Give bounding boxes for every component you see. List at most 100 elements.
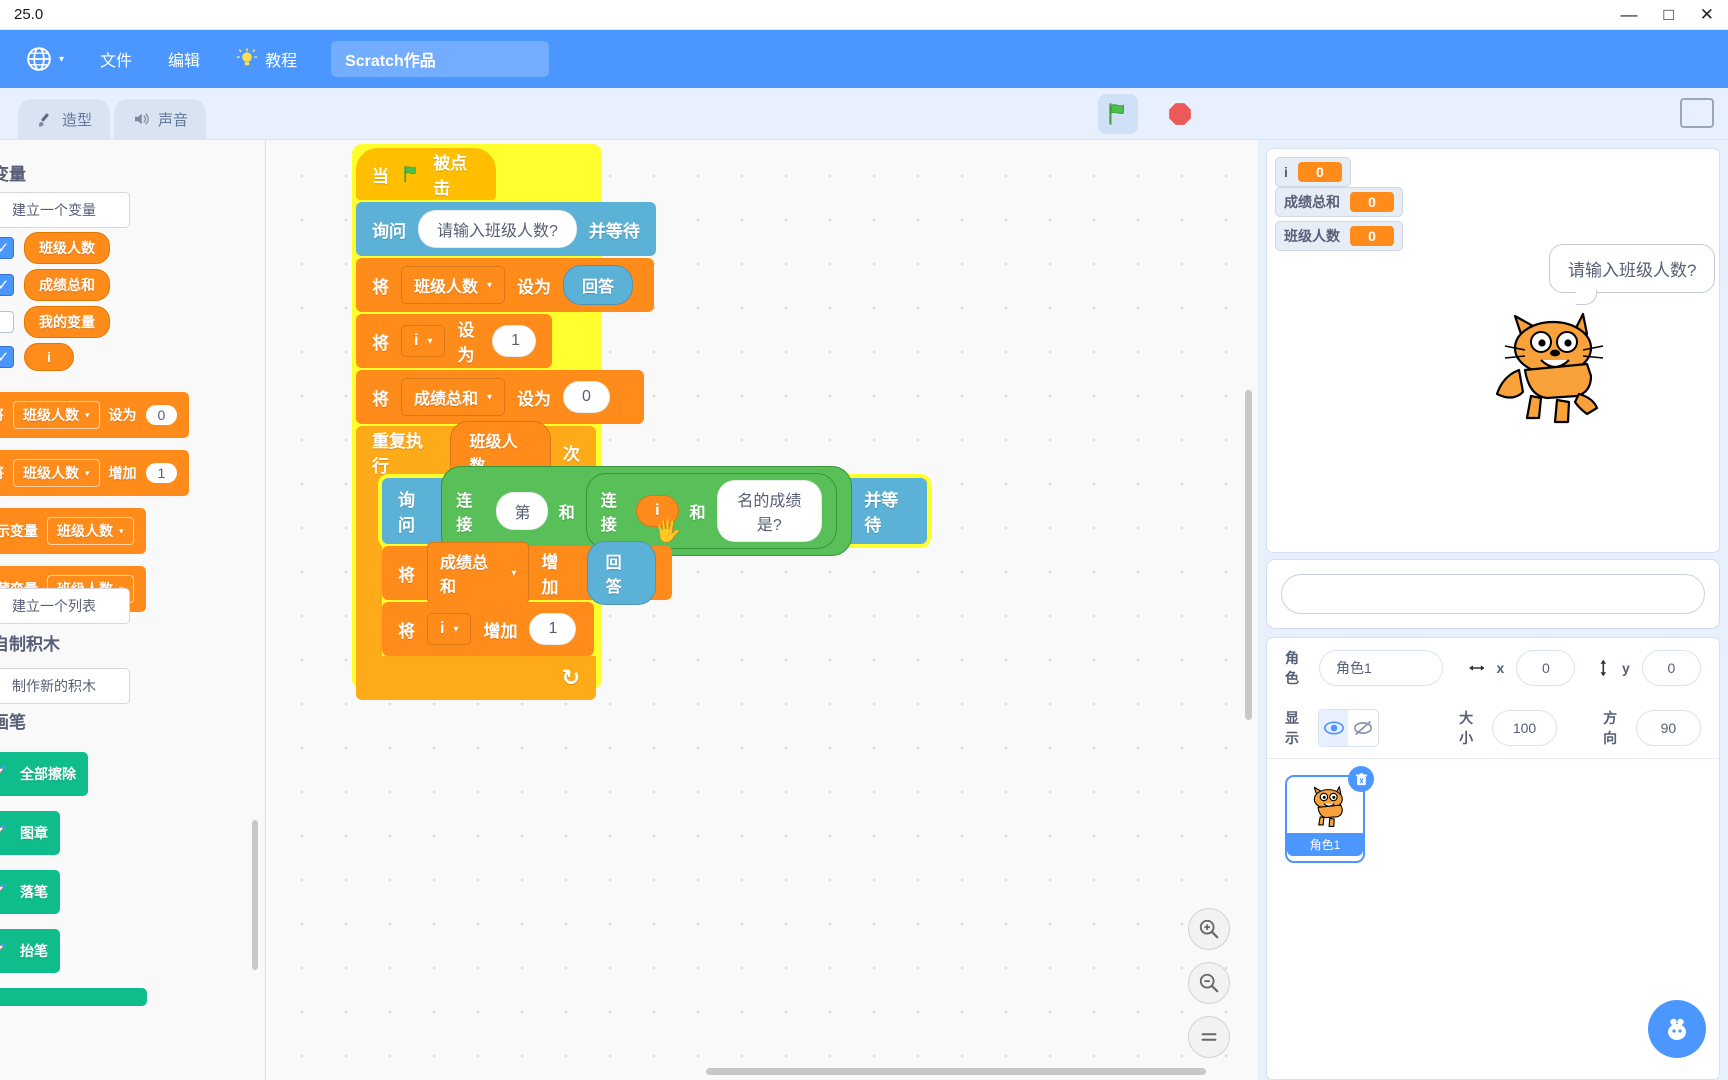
variable-dropdown[interactable]: 成绩总和 ▾ xyxy=(401,378,506,416)
variable-row-scoresum[interactable]: 成绩总和 xyxy=(0,269,110,301)
add-sprite-button[interactable] xyxy=(1648,1000,1706,1058)
sprite-name-input[interactable]: 角色1 xyxy=(1319,650,1443,686)
palette-scrollbar[interactable] xyxy=(252,820,258,970)
variable-pill[interactable]: 成绩总和 xyxy=(24,269,110,301)
variable-monitor-scoresum[interactable]: 成绩总和 0 xyxy=(1275,187,1403,217)
variable-checkbox[interactable] xyxy=(0,237,14,259)
canvas-vertical-scrollbar[interactable] xyxy=(1245,390,1252,720)
join-arg-3[interactable]: 名的成绩是? xyxy=(716,480,823,542)
value-input[interactable]: 0 xyxy=(563,381,610,413)
window-maximize-button[interactable]: □ xyxy=(1663,6,1673,23)
variable-dropdown[interactable]: i ▾ xyxy=(427,613,472,645)
scratch-cat-icon[interactable] xyxy=(1479,304,1609,429)
variable-dropdown[interactable]: i ▾ xyxy=(401,325,446,357)
block-var-dropdown[interactable]: 班级人数 ▾ xyxy=(47,517,134,545)
tutorial-menu[interactable]: 教程 xyxy=(218,30,315,88)
value-input[interactable]: 1 xyxy=(492,325,536,357)
block-text-to: 设为 xyxy=(517,389,552,409)
edit-menu[interactable]: 编辑 xyxy=(150,30,218,88)
make-a-block-button[interactable]: 制作新的积木 xyxy=(0,668,130,704)
canvas-horizontal-scrollbar[interactable] xyxy=(706,1068,1206,1075)
stage[interactable]: i 0 成绩总和 0 班级人数 0 请输入班级人数? xyxy=(1266,148,1720,553)
palette-block-pen-erase-all[interactable]: 全部擦除 xyxy=(0,752,88,796)
ask-prompt-input[interactable]: 请输入班级人数? xyxy=(418,210,577,248)
tab-costumes[interactable]: 造型 xyxy=(18,99,111,139)
delete-sprite-button[interactable] xyxy=(1348,766,1374,792)
palette-block-show-var[interactable]: 显示变量 班级人数 ▾ xyxy=(0,508,146,554)
script-stack[interactable]: 当 被点击 询问 请输入班级人数? 并等待 将 班级人数 ▾ 设为 回答 将 i… xyxy=(356,148,927,700)
palette-block-pen-extra[interactable] xyxy=(0,988,147,1006)
stop-button[interactable] xyxy=(1160,94,1200,134)
zoom-reset-button[interactable] xyxy=(1188,1016,1230,1058)
project-name-field[interactable]: Scratch作品 xyxy=(331,41,550,77)
reporter-answer[interactable]: 回答 xyxy=(563,265,634,305)
variable-monitor-classcount[interactable]: 班级人数 0 xyxy=(1275,221,1403,251)
block-var-dropdown[interactable]: 班级人数 ▾ xyxy=(13,401,100,429)
answer-input[interactable] xyxy=(1281,574,1705,614)
variable-dropdown[interactable]: 班级人数 ▾ xyxy=(401,266,506,304)
variable-pill[interactable]: 班级人数 xyxy=(24,232,110,264)
variable-monitor-i[interactable]: i 0 xyxy=(1275,157,1351,187)
variable-row-classcount[interactable]: 班级人数 xyxy=(0,232,110,264)
file-menu[interactable]: 文件 xyxy=(82,30,150,88)
palette-block-change-var[interactable]: 将 班级人数 ▾ 增加 1 xyxy=(0,450,190,496)
x-input[interactable]: 0 xyxy=(1516,650,1576,686)
chevron-down-icon: ▾ xyxy=(453,623,459,635)
zoom-in-button[interactable] xyxy=(1188,908,1230,950)
visibility-toggle-group[interactable] xyxy=(1317,709,1380,747)
block-ask-and-wait-1[interactable]: 询问 请输入班级人数? 并等待 xyxy=(356,202,656,256)
green-flag-button[interactable] xyxy=(1098,94,1138,134)
block-value-input[interactable]: 1 xyxy=(145,463,178,483)
palette-block-set-var[interactable]: 将 班级人数 ▾ 设为 0 xyxy=(0,392,190,438)
block-change-scoresum-by-answer[interactable]: 将 成绩总和 ▾ 增加 回答 xyxy=(382,541,672,605)
size-input[interactable]: 100 xyxy=(1491,710,1558,746)
show-button[interactable] xyxy=(1318,710,1349,746)
block-value-input[interactable]: 0 xyxy=(145,405,178,425)
variable-dropdown[interactable]: 成绩总和 ▾ xyxy=(427,542,530,604)
block-text-ask: 询问 xyxy=(372,221,406,241)
zoom-out-button[interactable] xyxy=(1188,962,1230,1004)
answer-input-container[interactable] xyxy=(1266,559,1720,629)
join-arg-1[interactable]: 第 xyxy=(495,492,548,530)
block-palette[interactable]: 变量 建立一个变量 班级人数 成绩总和 我的变量 i 将 班级人数 ▾ 设为 xyxy=(0,140,266,1080)
monitor-value: 0 xyxy=(1350,192,1394,212)
code-canvas[interactable]: 当 被点击 询问 请输入班级人数? 并等待 将 班级人数 ▾ 设为 回答 将 i… xyxy=(266,140,1258,1080)
language-menu[interactable]: ▾ xyxy=(8,30,82,88)
variable-pill[interactable]: 我的变量 xyxy=(24,306,110,338)
fullscreen-button[interactable] xyxy=(1680,98,1714,128)
hide-button[interactable] xyxy=(1348,710,1378,746)
window-minimize-button[interactable]: — xyxy=(1620,6,1637,23)
variable-row-myvar[interactable]: 我的变量 xyxy=(0,306,110,338)
make-a-variable-button[interactable]: 建立一个变量 xyxy=(0,192,130,228)
tutorial-label: 教程 xyxy=(265,53,298,70)
direction-input[interactable]: 90 xyxy=(1635,710,1702,746)
variable-row-i[interactable]: i xyxy=(0,343,74,371)
variable-checkbox[interactable] xyxy=(0,346,14,368)
sprite-list[interactable]: 角色1 xyxy=(1267,758,1719,879)
palette-block-pen-stamp[interactable]: 图章 xyxy=(0,811,60,855)
value-input[interactable]: 1 xyxy=(529,613,577,645)
block-var-dropdown[interactable]: 班级人数 ▾ xyxy=(13,459,100,487)
block-set-scoresum-to-0[interactable]: 将 成绩总和 ▾ 设为 0 xyxy=(356,370,644,424)
tab-costumes-label: 造型 xyxy=(62,111,93,129)
variable-checkbox[interactable] xyxy=(0,311,14,333)
window-close-button[interactable]: ✕ xyxy=(1700,6,1714,23)
chevron-down-icon: ▾ xyxy=(119,525,124,536)
make-a-list-button[interactable]: 建立一个列表 xyxy=(0,588,130,624)
variable-checkbox[interactable] xyxy=(0,274,14,296)
operator-join-inner[interactable]: 连接 i 和 名的成绩是? xyxy=(585,473,838,549)
sprite-card[interactable]: 角色1 xyxy=(1285,766,1374,863)
block-set-i-to-1[interactable]: 将 i ▾ 设为 1 xyxy=(356,314,552,368)
variable-pill[interactable]: i xyxy=(24,343,74,371)
block-change-i-by-1[interactable]: 将 i ▾ 增加 1 xyxy=(382,602,594,656)
block-set-classcount-to-answer[interactable]: 将 班级人数 ▾ 设为 回答 xyxy=(356,258,654,312)
tab-sounds[interactable]: 声音 xyxy=(114,99,207,139)
palette-block-pen-up[interactable]: 抬笔 xyxy=(0,929,60,973)
y-input[interactable]: 0 xyxy=(1641,650,1701,686)
reporter-answer[interactable]: 回答 xyxy=(586,541,656,605)
canvas-zoom-controls[interactable] xyxy=(1188,908,1230,1058)
block-repeat-footer[interactable]: ↻ xyxy=(356,656,596,700)
palette-block-pen-down[interactable]: 落笔 xyxy=(0,870,60,914)
block-when-flag-clicked[interactable]: 当 被点击 xyxy=(356,148,496,200)
stop-icon xyxy=(1169,103,1191,125)
